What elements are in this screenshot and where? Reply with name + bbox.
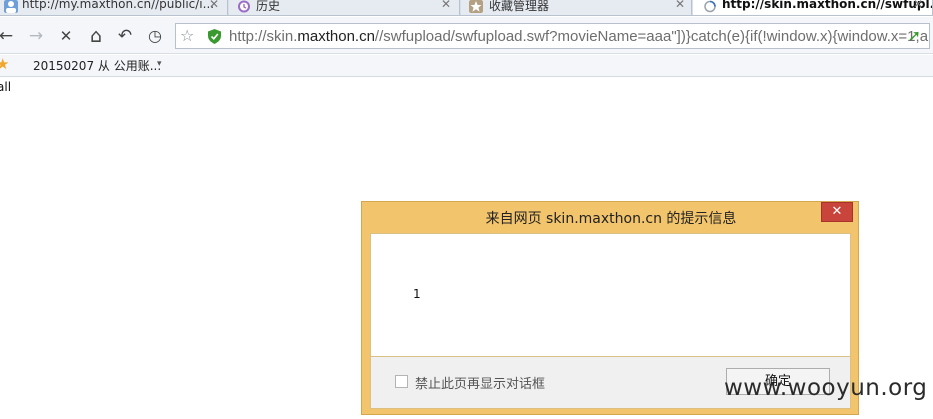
page-text: all: [0, 80, 12, 94]
url-prefix: http://skin.: [229, 28, 298, 45]
favorites-star-icon[interactable]: ★: [0, 55, 9, 73]
tab-title: 历史: [256, 0, 281, 13]
tab-title: 收藏管理器: [489, 0, 550, 13]
close-tab-icon[interactable]: ✕: [441, 0, 451, 11]
tab-title: http://my.maxthon.cn//public/i...: [22, 0, 215, 11]
tab-strip: http://my.maxthon.cn//public/i... ✕ 历史 ✕…: [0, 0, 933, 16]
suppress-dialogs-checkbox[interactable]: [395, 375, 408, 388]
close-tab-icon[interactable]: ✕: [675, 0, 685, 11]
history-icon[interactable]: ◷: [144, 25, 166, 47]
watermark: www.wooyun.org: [724, 375, 928, 401]
url-rest: //swfupload/swfupload.swf?movieName=aaa"…: [374, 28, 930, 45]
dialog-message: 1: [413, 287, 421, 301]
tab-history[interactable]: 历史 ✕: [229, 0, 460, 15]
bookmark-star-icon[interactable]: ☆: [180, 26, 194, 45]
url-text: http://skin.maxthon.cn//swfupload/swfupl…: [229, 28, 930, 45]
tab-title: http://skin.maxthon.cn//swfupl...: [722, 0, 933, 11]
url-domain: maxthon.cn: [297, 28, 375, 45]
tab-profile[interactable]: http://my.maxthon.cn//public/i... ✕: [0, 0, 228, 15]
loading-icon: [704, 0, 716, 13]
stop-icon[interactable]: ✕: [55, 25, 77, 47]
secure-shield-icon: [208, 29, 221, 44]
navigation-toolbar: ← → ✕ ⌂ ↶ ◷ ☆ http://skin.maxthon.cn//sw…: [0, 17, 933, 54]
profile-icon: [4, 0, 18, 13]
close-tab-icon[interactable]: ✕: [209, 0, 219, 11]
bookmark-folder-item[interactable]: 20150207 从 公用账...: [33, 57, 161, 74]
dialog-title: 来自网页 skin.maxthon.cn 的提示信息: [485, 211, 737, 227]
dialog-body: 1: [370, 233, 851, 357]
go-icon[interactable]: ➚: [908, 26, 921, 45]
bookmark-bar: ★ 20150207 从 公用账... ▾: [0, 55, 933, 77]
home-icon[interactable]: ⌂: [85, 25, 107, 47]
favorites-star-icon: [469, 0, 483, 13]
close-dialog-button[interactable]: ✕: [821, 202, 853, 222]
forward-icon[interactable]: →: [25, 25, 47, 47]
history-icon: [238, 0, 250, 13]
undo-close-tab-icon[interactable]: ↶: [114, 25, 136, 47]
chevron-down-icon[interactable]: ▾: [157, 59, 162, 69]
close-tab-icon[interactable]: ✕: [913, 0, 923, 11]
tab-favorites-manager[interactable]: 收藏管理器 ✕: [461, 0, 692, 15]
address-bar[interactable]: ☆ http://skin.maxthon.cn//swfupload/swfu…: [175, 23, 930, 49]
back-icon[interactable]: ←: [0, 25, 17, 47]
suppress-dialogs-label[interactable]: 禁止此页再显示对话框: [415, 373, 545, 392]
tab-current-page[interactable]: http://skin.maxthon.cn//swfupl... ✕: [693, 0, 933, 15]
